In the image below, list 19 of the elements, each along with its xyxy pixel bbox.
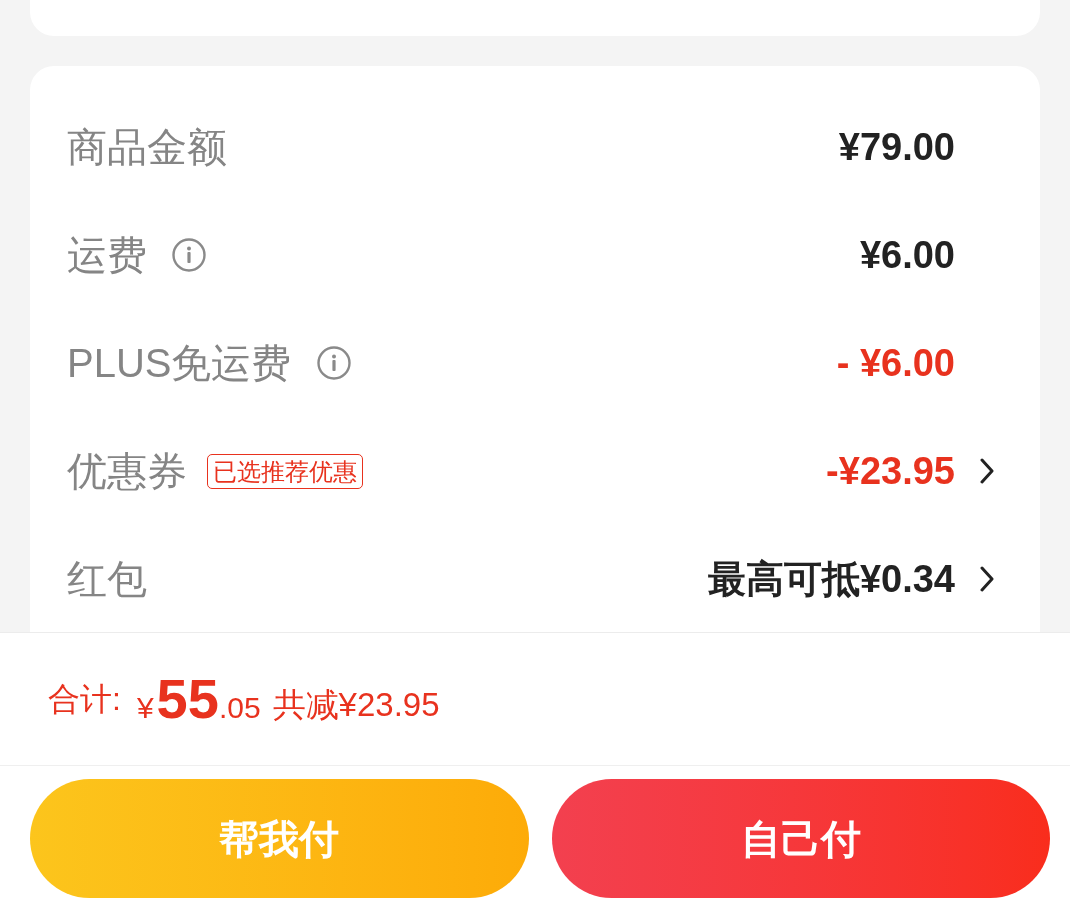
info-icon[interactable] xyxy=(316,346,351,380)
row-label: 运费 xyxy=(67,235,147,275)
row-label: 红包 xyxy=(67,559,147,599)
recommendation-tag: 已选推荐优惠 xyxy=(207,453,363,489)
amount-value: ¥79.00 xyxy=(838,128,955,166)
info-icon[interactable] xyxy=(172,238,206,272)
amount-value: - ¥6.00 xyxy=(836,344,955,382)
chevron-right-icon[interactable] xyxy=(980,566,994,592)
chevron-right-icon[interactable] xyxy=(980,458,994,484)
amount-value: ¥6.00 xyxy=(859,236,955,274)
total-label: 合计: xyxy=(48,683,121,715)
saving-text: 共减¥23.95 xyxy=(272,687,440,721)
total-price: ¥55.05 xyxy=(136,671,261,727)
amount-value: 最高可抵¥0.34 xyxy=(707,560,955,598)
amount-value: -¥23.95 xyxy=(826,452,955,490)
pay-button[interactable]: 自己付 xyxy=(551,779,1050,898)
row-label: 优惠券 xyxy=(67,451,187,491)
row-label: 商品金额 xyxy=(67,127,227,167)
row-label: PLUS免运费 xyxy=(67,343,292,383)
